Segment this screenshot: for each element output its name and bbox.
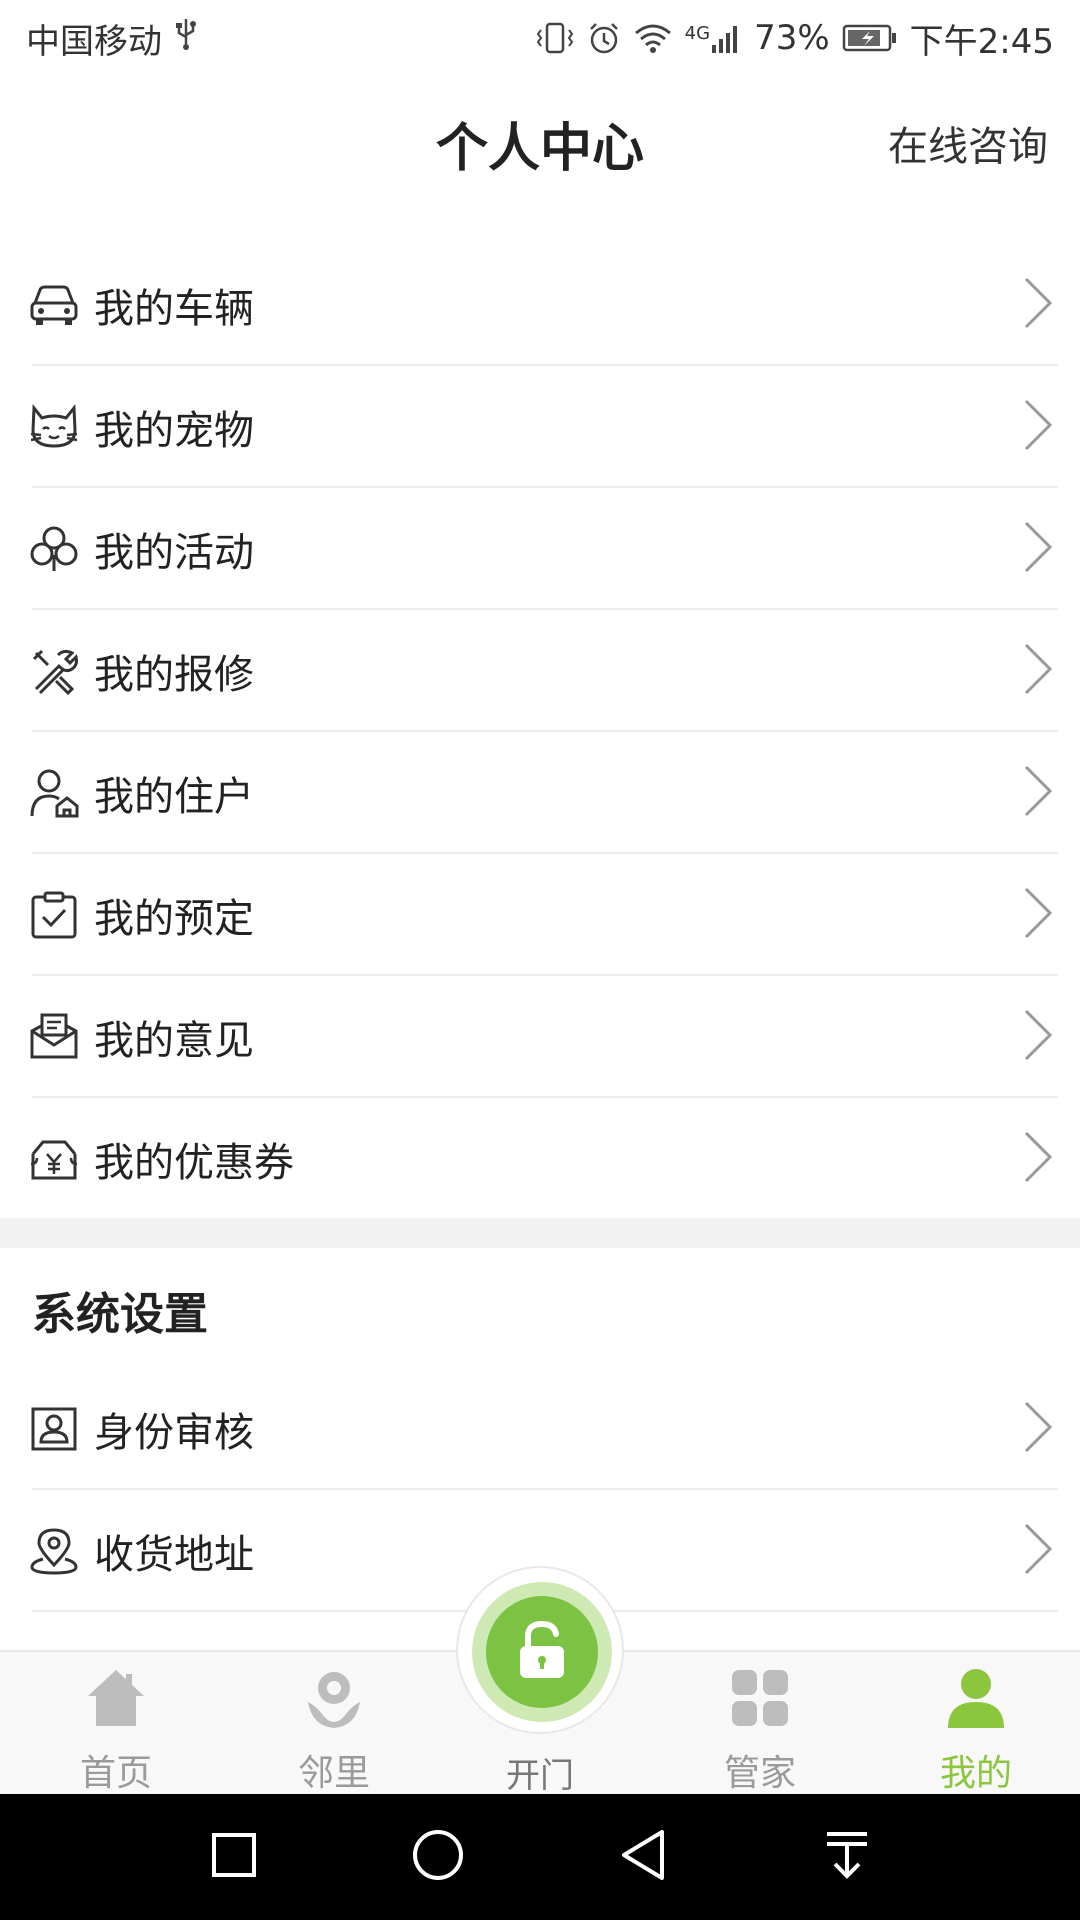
alarm-icon [587,21,621,55]
resident-icon [28,767,80,819]
system-nav-bar [0,1794,1080,1920]
personal-menu-list: 我的车辆 我的宠物 我的活动 我的报修 我的住户 我的预定 我的意见 我的优惠券 [0,244,1080,1220]
menu-item-label: 我的住户 [94,774,254,820]
open-door-core [486,1596,598,1708]
square-icon [210,1831,258,1883]
pull-down-icon [823,1830,871,1884]
repair-icon [28,645,80,697]
chevron-right-icon [1022,885,1054,945]
tab-label: 管家 [723,1753,796,1794]
circle-icon [411,1828,465,1886]
feedback-icon [28,1011,80,1063]
unlock-icon [514,1620,570,1684]
location-icon [28,1525,80,1577]
chevron-right-icon [1022,1521,1054,1581]
menu-item-label: 我的优惠券 [94,1140,294,1186]
menu-item-pet[interactable]: 我的宠物 [0,366,1080,488]
carrier-name: 中国移动 [26,21,162,62]
open-door-ring [472,1582,612,1722]
menu-item-label: 我的意见 [94,1018,254,1064]
home-icon [84,1666,148,1734]
menu-item-label: 我的活动 [94,530,254,576]
pet-icon [28,401,80,453]
menu-item-label: 我的宠物 [94,408,254,454]
chevron-right-icon [1022,1129,1054,1189]
tab-label: 我的 [939,1753,1012,1794]
tab-label: 首页 [79,1753,152,1794]
menu-item-label: 收货地址 [94,1532,254,1578]
menu-item-coupon[interactable]: 我的优惠券 [0,1098,1080,1220]
grid-icon [728,1666,792,1734]
activity-icon [28,523,80,575]
tab-label: 邻里 [297,1753,370,1794]
menu-item-label: 我的车辆 [94,286,254,332]
menu-item-booking[interactable]: 我的预定 [0,854,1080,976]
chevron-right-icon [1022,1399,1054,1459]
settings-section-title: 系统设置 [32,1289,208,1340]
menu-item-activity[interactable]: 我的活动 [0,488,1080,610]
usb-icon [174,17,198,60]
notification-drawer-button[interactable] [814,1824,880,1890]
user-icon [944,1666,1008,1734]
signal-icon: 4G [685,23,742,53]
tab-butler[interactable]: 管家 [670,1652,850,1796]
battery-percent: 73% [754,18,830,58]
vibrate-icon [535,21,575,55]
back-triangle-icon [618,1828,668,1886]
home-nav-button[interactable] [405,1824,471,1890]
chevron-right-icon [1022,275,1054,335]
section-divider [0,1218,1080,1248]
menu-item-resident[interactable]: 我的住户 [0,732,1080,854]
menu-item-feedback[interactable]: 我的意见 [0,976,1080,1098]
chevron-right-icon [1022,397,1054,457]
menu-item-identity-review[interactable]: 身份审核 [0,1368,1080,1490]
menu-item-repair[interactable]: 我的报修 [0,610,1080,732]
battery-icon [842,23,898,53]
title-bar: 个人中心 在线咨询 [0,76,1080,206]
open-door-label: 开门 [506,1756,574,1796]
open-door-button[interactable] [456,1566,624,1734]
network-type: 4G [684,23,711,44]
menu-item-label: 我的报修 [94,652,254,698]
car-icon [28,279,80,331]
id-card-icon [28,1403,80,1455]
menu-item-label: 我的预定 [94,896,254,942]
tab-home[interactable]: 首页 [26,1652,206,1796]
menu-item-vehicle[interactable]: 我的车辆 [0,244,1080,366]
chevron-right-icon [1022,641,1054,701]
tab-neighbor[interactable]: 邻里 [244,1652,424,1796]
back-button[interactable] [610,1824,676,1890]
chevron-right-icon [1022,519,1054,579]
chevron-right-icon [1022,763,1054,823]
neighbor-icon [302,1666,366,1734]
booking-icon [28,889,80,941]
chevron-right-icon [1022,1007,1054,1067]
menu-item-label: 身份审核 [94,1410,254,1456]
coupon-icon [28,1133,80,1185]
wifi-icon [633,21,673,55]
status-bar: 中国移动 4G 73% 下午2:45 [0,0,1080,76]
online-consult-button[interactable]: 在线咨询 [888,114,1048,172]
clock-time: 下午2:45 [909,21,1054,62]
tab-mine[interactable]: 我的 [886,1652,1066,1796]
recent-apps-button[interactable] [201,1824,267,1890]
